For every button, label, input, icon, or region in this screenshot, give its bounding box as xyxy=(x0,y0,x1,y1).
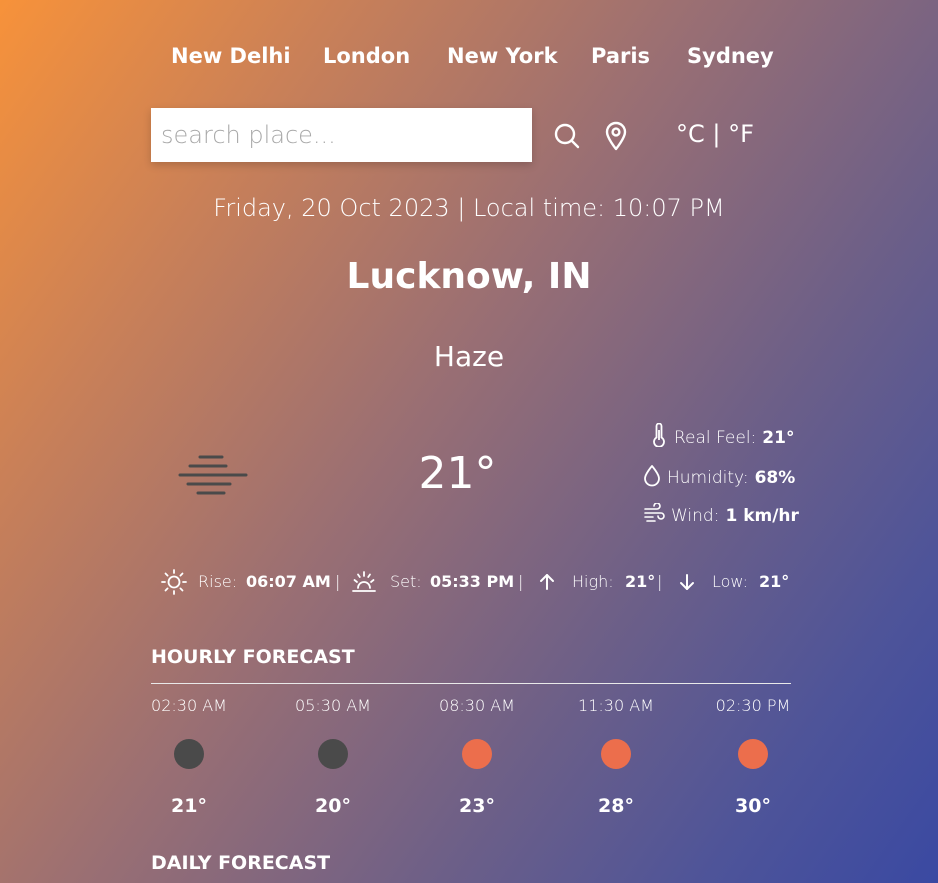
high-value: 21° xyxy=(625,572,656,591)
search-icon[interactable] xyxy=(553,122,581,154)
arrow-down-icon xyxy=(678,572,696,596)
sun-icon xyxy=(462,739,492,769)
low-label: Low: xyxy=(712,572,749,591)
separator: | xyxy=(335,572,341,591)
hourly-item: 02:30 PM 30° xyxy=(693,696,813,817)
sunset-value: 05:33 PM xyxy=(430,572,515,591)
map-pin-icon[interactable] xyxy=(604,121,628,155)
weather-condition: Haze xyxy=(433,340,505,373)
city-button-new-delhi[interactable]: New Delhi xyxy=(171,44,291,68)
sun-icon xyxy=(738,739,768,769)
humidity-value: 68% xyxy=(754,467,796,488)
celsius-button[interactable]: °C xyxy=(676,120,705,148)
haze-icon xyxy=(178,454,250,502)
unit-toggle: °C | °F xyxy=(676,120,754,148)
city-button-london[interactable]: London xyxy=(323,44,410,68)
city-button-new-york[interactable]: New York xyxy=(447,44,558,68)
hourly-item: 08:30 AM 23° xyxy=(417,696,537,817)
moon-icon xyxy=(174,739,204,769)
droplet-icon xyxy=(643,463,661,492)
hourly-temp: 28° xyxy=(598,795,634,817)
hourly-time: 05:30 AM xyxy=(295,696,371,715)
arrow-up-icon xyxy=(538,572,556,596)
moon-icon xyxy=(318,739,348,769)
high-label: High: xyxy=(572,572,614,591)
humidity-row: Humidity: 68% xyxy=(643,463,795,492)
wind-value: 1 km/hr xyxy=(725,505,799,526)
hourly-temp: 21° xyxy=(171,795,207,817)
city-nav: New Delhi London New York Paris Sydney xyxy=(0,44,938,78)
hourly-item: 02:30 AM 21° xyxy=(129,696,249,817)
real-feel-value: 21° xyxy=(762,427,795,448)
divider xyxy=(151,683,791,684)
sun-icon xyxy=(601,739,631,769)
sunrise-label: Rise: xyxy=(198,572,238,591)
humidity-label: Humidity: xyxy=(667,467,749,488)
sunset-icon xyxy=(350,568,378,600)
search-input[interactable] xyxy=(151,108,532,162)
separator: | xyxy=(657,572,663,591)
hourly-item: 05:30 AM 20° xyxy=(273,696,393,817)
wind-label: Wind: xyxy=(671,505,720,526)
hourly-temp: 23° xyxy=(459,795,495,817)
sunset-label: Set: xyxy=(390,572,422,591)
unit-separator: | xyxy=(712,120,721,148)
hourly-time: 08:30 AM xyxy=(439,696,515,715)
city-button-paris[interactable]: Paris xyxy=(591,44,650,68)
city-button-sydney[interactable]: Sydney xyxy=(687,44,774,68)
location-title: Lucknow, IN xyxy=(346,256,592,297)
sunrise-value: 06:07 AM xyxy=(246,572,331,591)
real-feel-row: Real Feel: 21° xyxy=(650,422,795,452)
real-feel-label: Real Feel: xyxy=(674,427,757,448)
hourly-item: 11:30 AM 28° xyxy=(556,696,676,817)
wind-row: Wind: 1 km/hr xyxy=(643,502,799,528)
hourly-time: 11:30 AM xyxy=(578,696,654,715)
fahrenheit-button[interactable]: °F xyxy=(728,120,754,148)
hourly-temp: 20° xyxy=(315,795,351,817)
wind-icon xyxy=(643,502,665,528)
hourly-time: 02:30 PM xyxy=(715,696,791,715)
sunrise-icon xyxy=(160,568,188,600)
hourly-temp: 30° xyxy=(735,795,771,817)
hourly-forecast-title: HOURLY FORECAST xyxy=(151,646,355,668)
thermometer-icon xyxy=(650,422,668,452)
local-datetime: Friday, 20 Oct 2023 | Local time: 10:07 … xyxy=(213,194,725,222)
hourly-time: 02:30 AM xyxy=(151,696,227,715)
current-temperature: 21° xyxy=(418,448,497,499)
low-value: 21° xyxy=(759,572,790,591)
daily-forecast-title: DAILY FORECAST xyxy=(151,852,331,874)
separator: | xyxy=(518,572,524,591)
